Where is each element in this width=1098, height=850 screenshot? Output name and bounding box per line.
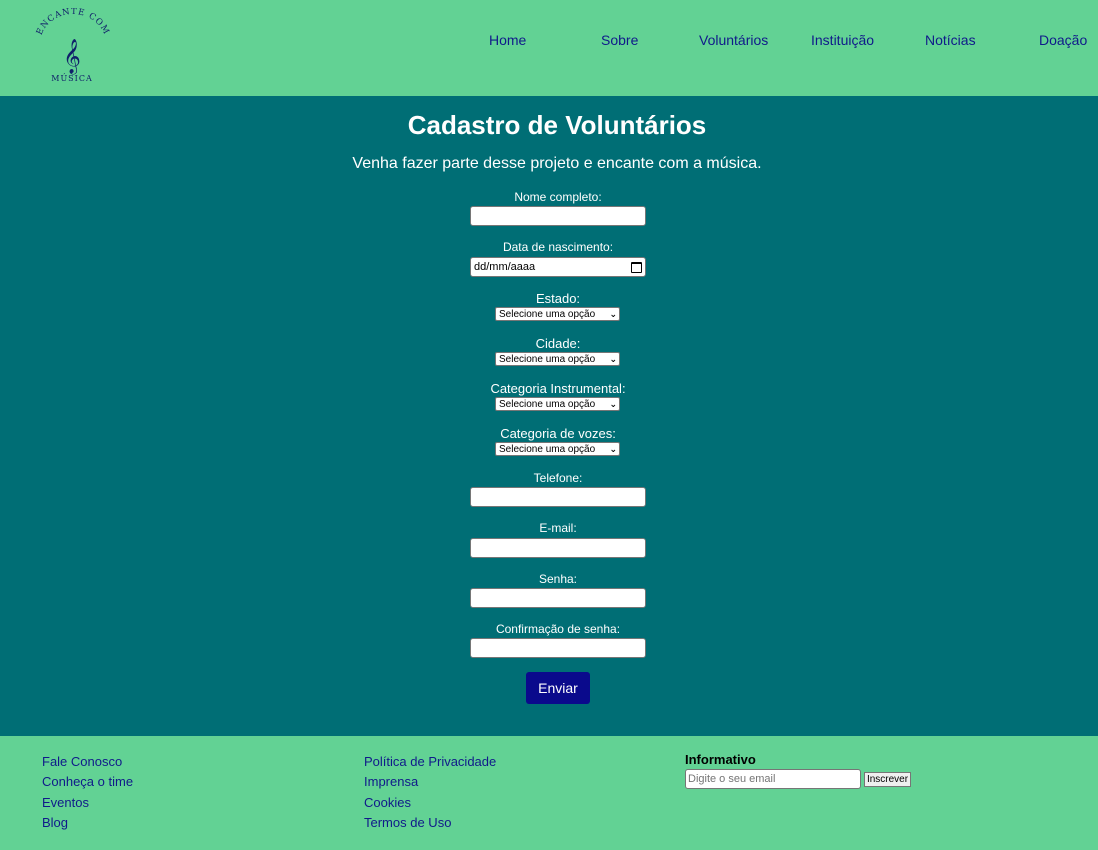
registration-section: Cadastro de Voluntários Venha fazer part… xyxy=(0,96,1098,736)
footer-link-terms[interactable]: Termos de Uso xyxy=(364,815,451,830)
city-selected-value: Selecione uma opção xyxy=(499,353,596,365)
chevron-down-icon: ⌄ xyxy=(609,443,617,454)
password-confirm-input[interactable] xyxy=(470,638,646,658)
nav-instituicao[interactable]: Instituição xyxy=(811,32,874,48)
site-footer: Fale Conosco Conheça o time Eventos Blog… xyxy=(0,736,1098,850)
password-confirm-label: Confirmação de senha: xyxy=(495,622,621,636)
footer-link-blog[interactable]: Blog xyxy=(42,815,68,830)
voice-category-label: Categoria de vozes: xyxy=(500,426,616,441)
submit-button[interactable]: Enviar xyxy=(526,672,590,704)
nav-doacao[interactable]: Doação xyxy=(1039,32,1087,48)
site-header: ENCANTE COM 𝄞 MÚSICA Home Sobre Voluntár… xyxy=(0,0,1098,96)
state-label: Estado: xyxy=(535,291,581,306)
site-logo[interactable]: ENCANTE COM 𝄞 MÚSICA xyxy=(30,7,114,88)
page-title: Cadastro de Voluntários xyxy=(407,110,707,140)
footer-link-press[interactable]: Imprensa xyxy=(364,774,418,789)
phone-input[interactable] xyxy=(470,487,646,507)
logo-emblem: ENCANTE COM 𝄞 MÚSICA xyxy=(35,7,111,83)
chevron-down-icon: ⌄ xyxy=(609,353,617,364)
name-input[interactable] xyxy=(470,206,646,226)
footer-link-cookies[interactable]: Cookies xyxy=(364,795,411,810)
nav-voluntarios[interactable]: Voluntários xyxy=(699,32,768,48)
chevron-down-icon: ⌄ xyxy=(609,398,617,409)
voice-category-select[interactable]: Selecione uma opção ⌄ xyxy=(495,442,620,456)
nav-noticias[interactable]: Notícias xyxy=(925,32,976,48)
name-label: Nome completo: xyxy=(514,190,602,204)
phone-label: Telefone: xyxy=(533,471,583,485)
voice-selected-value: Selecione uma opção xyxy=(499,443,596,455)
state-select[interactable]: Selecione uma opção ⌄ xyxy=(495,307,620,321)
footer-link-team[interactable]: Conheça o time xyxy=(42,774,133,789)
chevron-down-icon: ⌄ xyxy=(609,308,617,319)
newsletter-title: Informativo xyxy=(685,752,756,767)
city-select[interactable]: Selecione uma opção ⌄ xyxy=(495,352,620,366)
footer-link-privacy[interactable]: Política de Privacidade xyxy=(364,754,496,769)
birth-date-value: dd/mm/aaaa xyxy=(474,261,536,273)
newsletter-subscribe-button[interactable]: Inscrever xyxy=(864,772,911,787)
instrument-category-label: Categoria Instrumental: xyxy=(490,381,626,396)
logo-bottom-text: MÚSICA xyxy=(51,74,92,83)
birth-date-label: Data de nascimento: xyxy=(502,240,614,254)
footer-link-contact[interactable]: Fale Conosco xyxy=(42,754,122,769)
footer-link-events[interactable]: Eventos xyxy=(42,795,89,810)
city-label: Cidade: xyxy=(535,336,581,351)
calendar-icon[interactable] xyxy=(631,261,642,273)
svg-text:ENCANTE COM: ENCANTE COM xyxy=(35,8,111,37)
birth-date-input[interactable]: dd/mm/aaaa xyxy=(470,257,646,277)
instrument-selected-value: Selecione uma opção xyxy=(499,398,596,410)
email-input[interactable] xyxy=(470,538,646,558)
nav-home[interactable]: Home xyxy=(489,32,526,48)
nav-sobre[interactable]: Sobre xyxy=(601,32,638,48)
password-input[interactable] xyxy=(470,588,646,608)
treble-clef-icon: 𝄞 xyxy=(63,39,81,75)
page-subtitle: Venha fazer parte desse projeto e encant… xyxy=(352,155,762,172)
password-label: Senha: xyxy=(538,572,578,586)
state-selected-value: Selecione uma opção xyxy=(499,308,596,320)
instrument-category-select[interactable]: Selecione uma opção ⌄ xyxy=(495,397,620,411)
email-label: E-mail: xyxy=(539,521,577,535)
newsletter-email-input[interactable] xyxy=(685,769,861,789)
logo-top-text: ENCANTE COM xyxy=(35,7,110,37)
